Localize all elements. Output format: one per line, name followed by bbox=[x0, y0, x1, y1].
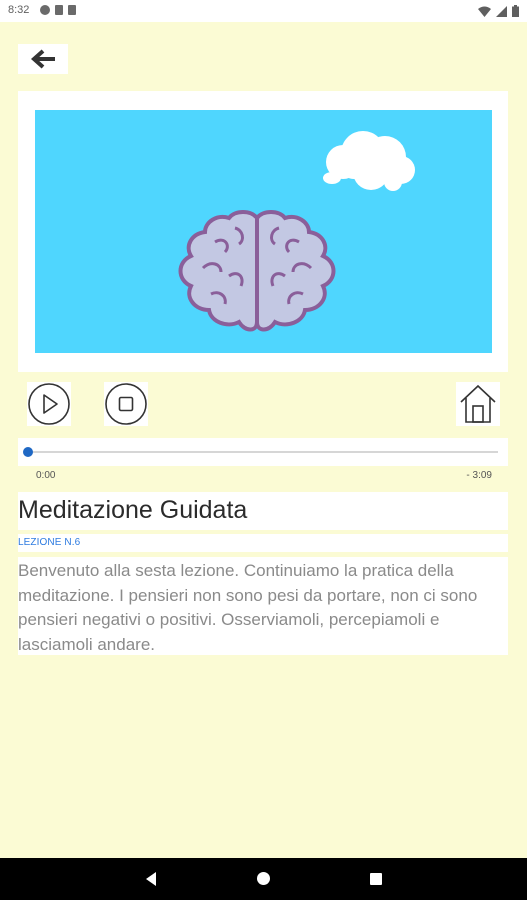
sim-card-icon bbox=[68, 5, 76, 15]
thought-cloud-icon bbox=[323, 131, 415, 191]
progress-thumb[interactable] bbox=[23, 447, 33, 457]
home-button[interactable] bbox=[456, 382, 500, 426]
home-icon bbox=[460, 384, 496, 423]
progress-track bbox=[23, 447, 498, 457]
stop-icon bbox=[105, 383, 147, 425]
brain-illustration bbox=[178, 131, 415, 332]
lesson-illustration bbox=[35, 110, 492, 353]
play-icon bbox=[28, 383, 70, 425]
lesson-description-box: Benvenuto alla sesta lezione. Continuiam… bbox=[18, 557, 508, 655]
lesson-description: Benvenuto alla sesta lezione. Continuiam… bbox=[18, 561, 478, 654]
status-time: 8:32 bbox=[8, 4, 30, 16]
back-button[interactable] bbox=[18, 44, 68, 74]
notification-dot-icon bbox=[40, 5, 50, 15]
signal-icon bbox=[496, 5, 507, 17]
arrow-left-icon bbox=[30, 49, 55, 69]
nav-home-icon[interactable] bbox=[257, 872, 270, 885]
playback-controls bbox=[18, 380, 508, 430]
system-nav-bar bbox=[0, 858, 527, 900]
battery-icon bbox=[512, 5, 519, 17]
brain-icon bbox=[178, 210, 336, 332]
lesson-number-label: LEZIONE N.6 bbox=[18, 537, 81, 548]
status-bar: 8:32 bbox=[0, 0, 527, 22]
lesson-label-box: LEZIONE N.6 bbox=[18, 534, 508, 552]
play-button[interactable] bbox=[27, 382, 71, 426]
wifi-icon bbox=[478, 6, 491, 17]
remaining-time: - 3:09 bbox=[466, 470, 492, 481]
stop-button[interactable] bbox=[104, 382, 148, 426]
status-system-icons bbox=[478, 5, 519, 17]
progress-bar[interactable] bbox=[18, 438, 508, 466]
nav-recents-icon[interactable] bbox=[370, 873, 382, 885]
page-title: Meditazione Guidata bbox=[18, 496, 248, 524]
notification-square-icon bbox=[55, 5, 63, 15]
lesson-title-box: Meditazione Guidata bbox=[18, 492, 508, 530]
lesson-media-frame bbox=[18, 91, 508, 372]
nav-back-icon[interactable] bbox=[146, 872, 156, 886]
elapsed-time: 0:00 bbox=[36, 470, 56, 481]
status-notification-icons bbox=[40, 5, 76, 15]
